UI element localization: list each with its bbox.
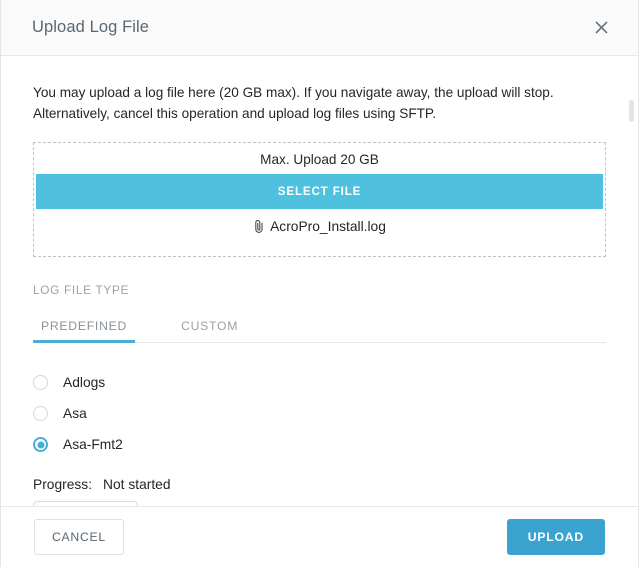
selected-file-name: AcroPro_Install.log — [270, 219, 386, 234]
max-upload-label: Max. Upload 20 GB — [260, 152, 379, 167]
log-file-type-label: LOG FILE TYPE — [33, 283, 130, 297]
selected-file-row: AcroPro_Install.log — [34, 219, 605, 234]
radio-icon — [33, 406, 48, 421]
radio-label: Adlogs — [63, 375, 106, 390]
intro-line-2: Alternatively, cancel this operation and… — [33, 106, 437, 121]
paperclip-icon — [253, 219, 266, 234]
intro-text: You may upload a log file here (20 GB ma… — [33, 82, 606, 124]
log-type-radio-group: Adlogs Asa Asa-Fmt2 — [33, 367, 606, 460]
select-file-button[interactable]: SELECT FILE — [36, 174, 603, 209]
paperclip-icon-glyph — [255, 220, 263, 233]
page-title: Upload Log File — [32, 18, 150, 36]
log-file-type-tabs: PREDEFINED CUSTOM — [33, 313, 606, 343]
progress-row: Progress: Not started — [33, 477, 606, 492]
radio-label: Asa — [63, 406, 87, 421]
progress-bar — [33, 501, 138, 506]
radio-option-asa-fmt2[interactable]: Asa-Fmt2 — [33, 429, 606, 460]
upload-button[interactable]: UPLOAD — [506, 519, 605, 555]
tab-predefined[interactable]: PREDEFINED — [33, 319, 136, 343]
scrollbar-thumb[interactable] — [629, 100, 634, 122]
dialog-header: Upload Log File — [1, 0, 638, 56]
file-dropzone[interactable]: Max. Upload 20 GB SELECT FILE AcroPro_In… — [33, 142, 606, 257]
radio-label: Asa-Fmt2 — [63, 437, 123, 452]
radio-icon-selected — [33, 437, 48, 452]
dialog-body: You may upload a log file here (20 GB ma… — [1, 56, 638, 506]
progress-status: Not started — [103, 477, 171, 492]
cancel-button[interactable]: CANCEL — [34, 519, 124, 555]
progress-label: Progress: — [33, 477, 93, 492]
radio-option-asa[interactable]: Asa — [33, 398, 606, 429]
close-icon[interactable] — [590, 17, 612, 39]
upload-log-file-dialog: Upload Log File You may upload a log fil… — [0, 0, 639, 567]
radio-icon — [33, 375, 48, 390]
close-icon-glyph — [594, 21, 608, 34]
radio-option-adlogs[interactable]: Adlogs — [33, 367, 606, 398]
tab-custom[interactable]: CUSTOM — [173, 319, 246, 342]
scrollbar[interactable] — [629, 88, 634, 500]
intro-line-1: You may upload a log file here (20 GB ma… — [33, 85, 554, 100]
dialog-footer: CANCEL UPLOAD — [1, 506, 638, 567]
